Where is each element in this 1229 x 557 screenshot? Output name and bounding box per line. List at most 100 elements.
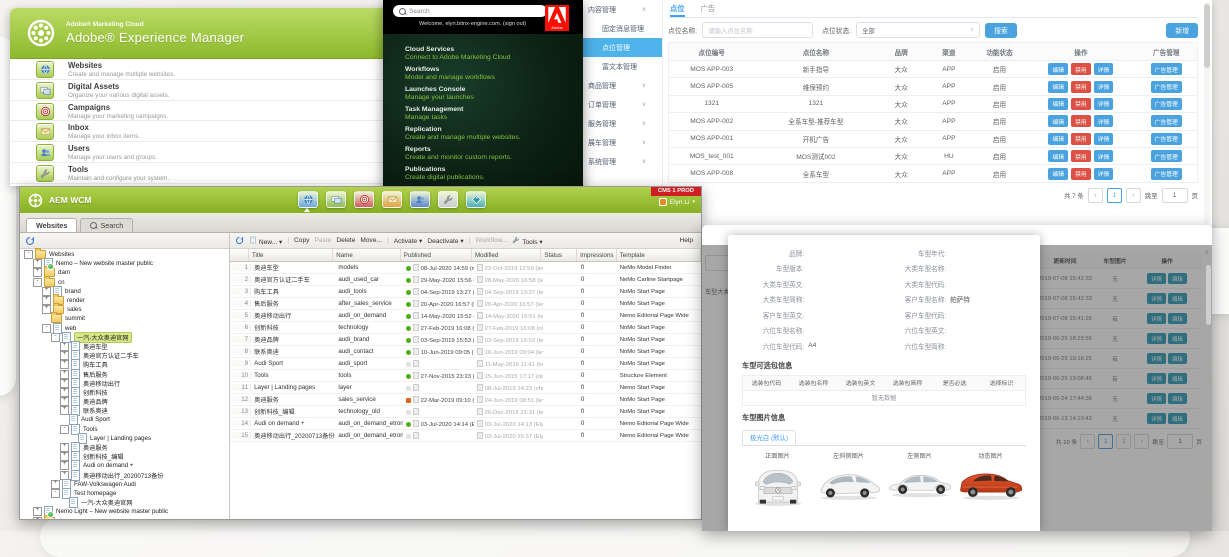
help-link[interactable]: Help [679,237,693,244]
tree-item-label[interactable]: 购车工具 [83,360,108,369]
detail-button[interactable]: 详情 [1094,98,1114,110]
color-tab-aurora-white[interactable]: 极光白 (默认) [742,430,796,445]
collapse-icon[interactable]: - [24,250,33,259]
pager-next[interactable]: › [1126,188,1141,203]
toolbar-move[interactable]: Move... [360,237,382,244]
table-row[interactable]: MOS APP-005维保预约大众APP启用编辑禁用详情广告管理 [669,78,1197,95]
detail-button[interactable]: 详情 [1094,150,1114,162]
refresh-icon[interactable] [25,236,35,246]
pager-page-1[interactable]: 1 [1107,188,1122,203]
ad-manage-button[interactable]: 广告管理 [1151,81,1182,93]
column-header-published[interactable]: Published [401,249,472,261]
expand-icon[interactable]: + [60,379,69,388]
add-button[interactable]: 新增 [1166,23,1198,38]
expand-icon[interactable]: + [33,517,42,519]
tree-item-label[interactable]: 奥迪车型 [83,342,108,351]
tree-item-label[interactable]: Nemo Light – New website master public [56,508,168,515]
tree-item-label[interactable]: Nemo – New website master public [56,260,153,267]
ad-manage-button[interactable]: 广告管理 [1151,168,1182,180]
expand-icon[interactable]: + [33,259,42,268]
expand-icon[interactable]: + [60,461,69,470]
target-icon[interactable] [354,191,374,208]
tree-item-label[interactable]: Websites [49,251,74,258]
console-link-title[interactable]: Replication [405,126,583,133]
detail-button[interactable]: 详情 [1094,133,1114,145]
tree-item-label[interactable]: cn [58,279,65,286]
grid-row[interactable]: 11Layer | Landing pageslayer08-Jul-2019 … [230,382,701,394]
tree-item-label[interactable]: 奥迪服务 [83,443,108,452]
console-link-sub[interactable]: Connect to Adobe Marketing Cloud [405,54,583,61]
table-row[interactable]: MOS_test_001MOS测试002大众HU启用编辑禁用详情广告管理 [669,148,1197,165]
table-row[interactable]: MOS APP-003新手指导大众APP启用编辑禁用详情广告管理 [669,61,1197,78]
expand-icon[interactable]: + [60,388,69,397]
disable-button[interactable]: 禁用 [1071,150,1091,162]
users-icon[interactable] [410,191,430,208]
detail-button[interactable]: 详情 [1094,63,1114,75]
toolbar-delete[interactable]: Delete [336,237,355,244]
expand-icon[interactable]: + [42,287,51,296]
tab-search[interactable]: Search [80,218,133,232]
tree-item[interactable]: +创新科技_编辑 [20,452,229,461]
point-status-select[interactable]: 全部 ∨ [856,22,980,38]
expand-icon[interactable]: + [60,351,69,360]
tree-item-label[interactable]: 奥迪移动出行 [83,379,120,388]
console-link-title[interactable]: Task Management [405,106,583,113]
tree-item-label[interactable]: Audi on demand + [83,462,133,469]
expand-icon[interactable]: + [60,370,69,379]
tree-item-label[interactable]: dam [58,269,70,276]
expand-icon[interactable]: + [60,443,69,452]
search-button[interactable]: 搜索 [985,23,1017,38]
tree-item-label[interactable]: Audi Sport [81,416,110,423]
tree-item[interactable]: - cn [20,278,229,287]
tree-item[interactable]: -Test homepage [20,489,229,498]
console-link-sub[interactable]: Create and manage multiple websites. [405,134,583,141]
console-link-sub[interactable]: Manage your launches [405,94,583,101]
tree-item-label[interactable]: Tools [83,426,97,433]
expand-icon[interactable]: + [33,268,42,277]
wrench-icon[interactable] [438,191,458,208]
tree-item-label[interactable]: Layer | Landing pages [90,435,151,442]
toolbar-deactivate[interactable]: Deactivate ▾ [427,237,463,245]
disable-button[interactable]: 禁用 [1071,63,1091,75]
point-name-input[interactable]: 请输入点位名称 [702,22,813,38]
grid-row[interactable]: 8联系奥迪audi_contact10-Jun-2019 09:05 (levi… [230,346,701,358]
tree-item-label[interactable]: 奥迪官方认证二手车 [83,351,139,360]
tree-item-label[interactable]: 售后服务 [83,370,108,379]
globe-icon[interactable] [298,191,318,208]
toolbar-new[interactable]: New... ▾ [249,236,282,246]
tree-item[interactable]: + 奥迪服务 [20,443,229,452]
detail-button[interactable]: 详情 [1094,81,1114,93]
grid-row[interactable]: 4售后服务after_sales_service20-Apr-2020 16:5… [230,298,701,310]
toolbar-copy[interactable]: Copy [294,237,309,244]
console-link-title[interactable]: Cloud Services [405,46,583,53]
tab-广告[interactable]: 广告 [701,0,716,17]
ad-manage-button[interactable]: 广告管理 [1151,98,1182,110]
photos-icon[interactable] [326,191,346,208]
tree-item[interactable]: + Nemo – New website master public [20,259,229,268]
inbox-icon[interactable] [382,191,402,208]
disable-button[interactable]: 禁用 [1071,98,1091,110]
tree-item[interactable]: +奥迪品牌 [20,397,229,406]
tree-item[interactable]: +联系奥迪 [20,406,229,415]
edit-button[interactable]: 编辑 [1048,81,1068,93]
expand-icon[interactable]: + [51,480,60,489]
console-link-title[interactable]: Launches Console [405,86,583,93]
tree-item-label[interactable]: 奥迪品牌 [83,397,108,406]
tab-点位[interactable]: 点位 [670,0,685,17]
column-header-impressions[interactable]: Impressions [577,249,617,261]
tree-item-label[interactable]: brand [65,288,81,295]
collapse-icon[interactable]: - [33,278,42,287]
tag-icon[interactable] [466,191,486,208]
grid-row[interactable]: 6创新科技technology27-Feb-2019 16:08 (nicole… [230,322,701,334]
collapse-icon[interactable]: - [51,489,60,498]
tree-item[interactable]: Layer | Landing pages [20,434,229,443]
grid-row[interactable]: 10Toolstools27-Nov-2015 23:23 (mandy15-J… [230,370,701,382]
table-row[interactable]: MOS APP-008全系车型大众APP启用编辑禁用详情广告管理 [669,165,1197,182]
console-link-title[interactable]: Publications [405,166,583,173]
table-row[interactable]: 13211321大众APP启用编辑禁用详情广告管理 [669,96,1197,113]
edit-button[interactable]: 编辑 [1048,168,1068,180]
collapse-icon[interactable]: - [51,333,60,342]
collapse-icon[interactable]: - [60,425,69,434]
grid-row[interactable]: 14Audi on demand +audi_on_demand_etron03… [230,418,701,430]
grid-row[interactable]: 13创新科技_编辑technology_old26-Dec-2018 21:31… [230,406,701,418]
